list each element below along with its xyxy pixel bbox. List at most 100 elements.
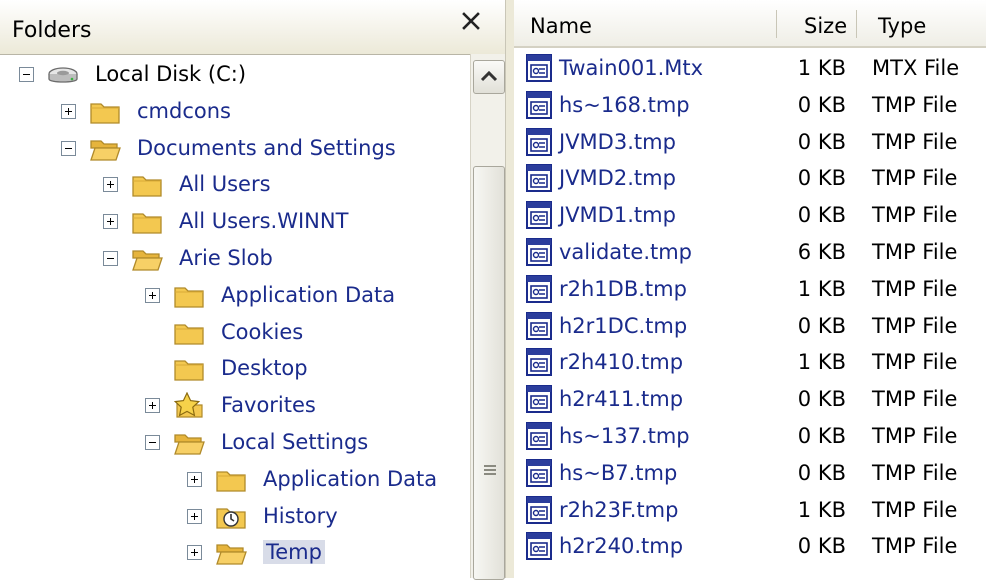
file-type: TMP File xyxy=(872,387,958,412)
tree-node[interactable]: Arie Slob xyxy=(0,241,470,277)
tree-node[interactable]: Favorites xyxy=(0,388,470,424)
tree-node[interactable]: All Users xyxy=(0,167,470,203)
tree-node-label[interactable]: Local Disk (C:) xyxy=(95,62,246,86)
expand-plus-icon[interactable] xyxy=(187,545,202,561)
column-header-size[interactable]: Size xyxy=(804,14,847,38)
tree-node-label[interactable]: Desktop xyxy=(221,356,308,380)
tree-node-label[interactable]: Application Data xyxy=(221,283,395,307)
tree-node-label[interactable]: Documents and Settings xyxy=(137,136,396,160)
file-size: 1 KB xyxy=(797,56,846,80)
scroll-thumb[interactable] xyxy=(473,166,505,580)
file-size: 0 KB xyxy=(797,460,846,485)
folder-icon xyxy=(131,171,163,199)
file-name: JVMD3.tmp xyxy=(559,129,676,154)
file-size: 0 KB xyxy=(797,92,846,117)
tree-node[interactable]: Local Settings xyxy=(0,425,470,461)
file-type: TMP File xyxy=(872,350,958,375)
file-name: r2h1DB.tmp xyxy=(559,276,687,301)
grip-icon xyxy=(484,465,496,477)
folder-icon xyxy=(215,466,247,494)
file-row[interactable]: hs~168.tmp 0 KB TMP File xyxy=(514,87,986,123)
file-row[interactable]: hs~137.tmp 0 KB TMP File xyxy=(514,418,986,454)
file-name: r2h410.tmp xyxy=(559,350,684,375)
tree-node-label[interactable]: Arie Slob xyxy=(179,246,273,270)
expand-plus-icon[interactable] xyxy=(103,177,118,193)
star-folder-icon xyxy=(173,392,205,420)
tree-node-label[interactable]: Local Settings xyxy=(221,430,368,454)
collapse-minus-icon[interactable] xyxy=(19,67,34,82)
collapse-minus-icon[interactable] xyxy=(103,251,118,266)
tree-node[interactable]: Cookies xyxy=(0,315,470,351)
folder-icon xyxy=(173,282,205,310)
folder-open-icon xyxy=(173,429,205,457)
file-row[interactable]: h2r240.tmp 0 KB TMP File xyxy=(514,528,986,564)
file-type: TMP File xyxy=(872,276,958,301)
file-type: TMP File xyxy=(872,129,958,154)
file-type: TMP File xyxy=(872,460,958,485)
column-header-bar: Name Size Type xyxy=(514,0,986,48)
tree-node-label[interactable]: Favorites xyxy=(221,393,316,417)
tree-node[interactable]: Local Disk (C:) xyxy=(0,57,470,93)
expand-plus-icon[interactable] xyxy=(187,508,202,524)
file-icon xyxy=(524,200,554,230)
file-row[interactable]: r2h410.tmp 1 KB TMP File xyxy=(514,344,986,380)
file-type: TMP File xyxy=(872,240,958,264)
file-row[interactable]: JVMD2.tmp 0 KB TMP File xyxy=(514,160,986,196)
tree-scrollbar[interactable] xyxy=(470,54,505,580)
file-row[interactable]: validate.tmp 6 KB TMP File xyxy=(514,234,986,270)
file-row[interactable]: JVMD3.tmp 0 KB TMP File xyxy=(514,124,986,160)
file-icon xyxy=(524,311,554,341)
collapse-minus-icon[interactable] xyxy=(145,435,160,450)
file-icon xyxy=(524,274,554,304)
column-divider[interactable] xyxy=(856,10,857,38)
file-name: hs~137.tmp xyxy=(559,424,690,448)
tree-node[interactable]: Documents and Settings xyxy=(0,131,470,167)
folder-open-icon xyxy=(89,135,121,163)
tree-node-label[interactable]: Temp xyxy=(263,540,325,565)
file-icon xyxy=(524,384,554,414)
folder-tree: Local Disk (C:) cmdcons Documents and Sett… xyxy=(0,54,470,578)
tree-node[interactable]: All Users.WINNT xyxy=(0,204,470,240)
file-row[interactable]: r2h1DB.tmp 1 KB TMP File xyxy=(514,271,986,307)
tree-node[interactable]: History xyxy=(0,499,470,535)
tree-node[interactable]: Application Data xyxy=(0,278,470,314)
tree-node-label[interactable]: All Users.WINNT xyxy=(179,209,348,233)
file-row[interactable]: JVMD1.tmp 0 KB TMP File xyxy=(514,197,986,233)
tree-node-label[interactable]: Application Data xyxy=(263,467,437,491)
expand-plus-icon[interactable] xyxy=(145,398,160,414)
tree-node[interactable]: Desktop xyxy=(0,351,470,387)
file-type: TMP File xyxy=(872,203,958,228)
tree-node[interactable]: Application Data xyxy=(0,462,470,498)
file-size: 0 KB xyxy=(797,424,846,448)
column-header-name[interactable]: Name xyxy=(530,14,592,38)
file-row[interactable]: r2h23F.tmp 1 KB TMP File xyxy=(514,492,986,528)
close-button[interactable] xyxy=(456,6,486,36)
drive-icon xyxy=(47,61,79,89)
tree-node[interactable]: cmdcons xyxy=(0,94,470,130)
folder-open-icon xyxy=(215,539,247,567)
tree-node-label[interactable]: cmdcons xyxy=(137,99,231,123)
tree-node-label[interactable]: Cookies xyxy=(221,320,303,344)
file-type: TMP File xyxy=(872,92,958,117)
file-row[interactable]: h2r411.tmp 0 KB TMP File xyxy=(514,381,986,417)
expand-plus-icon[interactable] xyxy=(103,214,118,230)
scroll-up-button[interactable] xyxy=(473,60,505,94)
file-row[interactable]: hs~B7.tmp 0 KB TMP File xyxy=(514,455,986,491)
close-icon xyxy=(462,12,480,30)
column-header-type[interactable]: Type xyxy=(878,14,926,38)
tree-node-label[interactable]: All Users xyxy=(179,172,271,196)
file-name: h2r240.tmp xyxy=(559,534,684,559)
collapse-minus-icon[interactable] xyxy=(61,140,76,156)
column-divider[interactable] xyxy=(776,10,777,38)
tree-node-label[interactable]: History xyxy=(263,504,338,528)
file-size: 0 KB xyxy=(797,387,846,412)
file-icon xyxy=(524,495,554,525)
file-row[interactable]: h2r1DC.tmp 0 KB TMP File xyxy=(514,308,986,344)
file-row[interactable]: Twain001.Mtx 1 KB MTX File xyxy=(514,50,986,86)
expand-plus-icon[interactable] xyxy=(187,471,202,487)
tree-node[interactable]: Temp xyxy=(0,535,470,571)
file-name: JVMD2.tmp xyxy=(559,166,676,191)
expand-plus-icon[interactable] xyxy=(145,287,160,303)
folders-header: Folders xyxy=(0,0,510,55)
expand-plus-icon[interactable] xyxy=(61,103,76,119)
